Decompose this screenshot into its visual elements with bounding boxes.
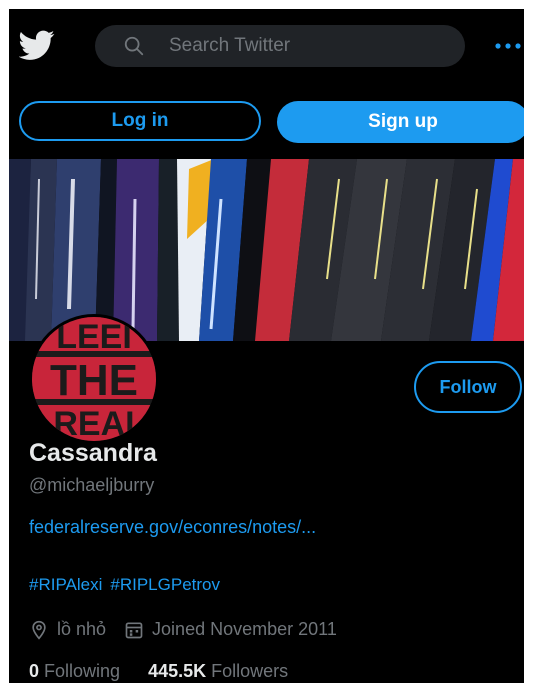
avatar-text-bottom: REAI: [53, 405, 134, 441]
profile-handle: @michaeljburry: [29, 475, 155, 495]
search-input[interactable]: [167, 34, 431, 58]
location-pin-icon: [32, 620, 46, 640]
followers-count[interactable]: 445.5K: [148, 661, 206, 682]
calendar-icon: [125, 622, 143, 638]
following-count[interactable]: 0: [29, 661, 39, 682]
hashtag-link[interactable]: #RIPAlexi: [29, 575, 102, 595]
avatar-image: LEEI THE REAI: [32, 317, 156, 441]
profile-website-link[interactable]: federalreserve.gov/econres/notes/...: [29, 517, 316, 538]
avatar-text-middle: THE: [50, 356, 138, 405]
hashtag-link[interactable]: #RIPLGPetrov: [110, 575, 220, 595]
avatar[interactable]: LEEI THE REAI: [29, 314, 159, 444]
profile-joined-date: Joined November 2011: [152, 619, 337, 639]
following-label[interactable]: Following: [44, 661, 120, 682]
followers-label[interactable]: Followers: [211, 661, 288, 682]
profile-location: lồ nhỏ: [57, 619, 107, 639]
avatar-text-top: LEEI: [56, 318, 132, 356]
search-icon: [124, 36, 144, 56]
profile-meta-row: lồ nhỏ Joined November 2011: [29, 619, 337, 640]
bio-hashtags: #RIPAlexi #RIPLGPetrov: [29, 575, 220, 595]
twitter-profile-screen: Log in Sign up: [9, 9, 524, 683]
profile-display-name: Cassandra: [29, 439, 157, 467]
follow-button[interactable]: Follow: [414, 361, 522, 413]
profile-stats-row: 0 Following 445.5K Followers: [29, 661, 288, 682]
signup-button[interactable]: Sign up: [277, 101, 524, 143]
more-dots-icon[interactable]: [494, 39, 522, 53]
twitter-bird-icon[interactable]: [19, 27, 55, 63]
login-button[interactable]: Log in: [19, 101, 261, 141]
search-box[interactable]: [95, 25, 465, 67]
